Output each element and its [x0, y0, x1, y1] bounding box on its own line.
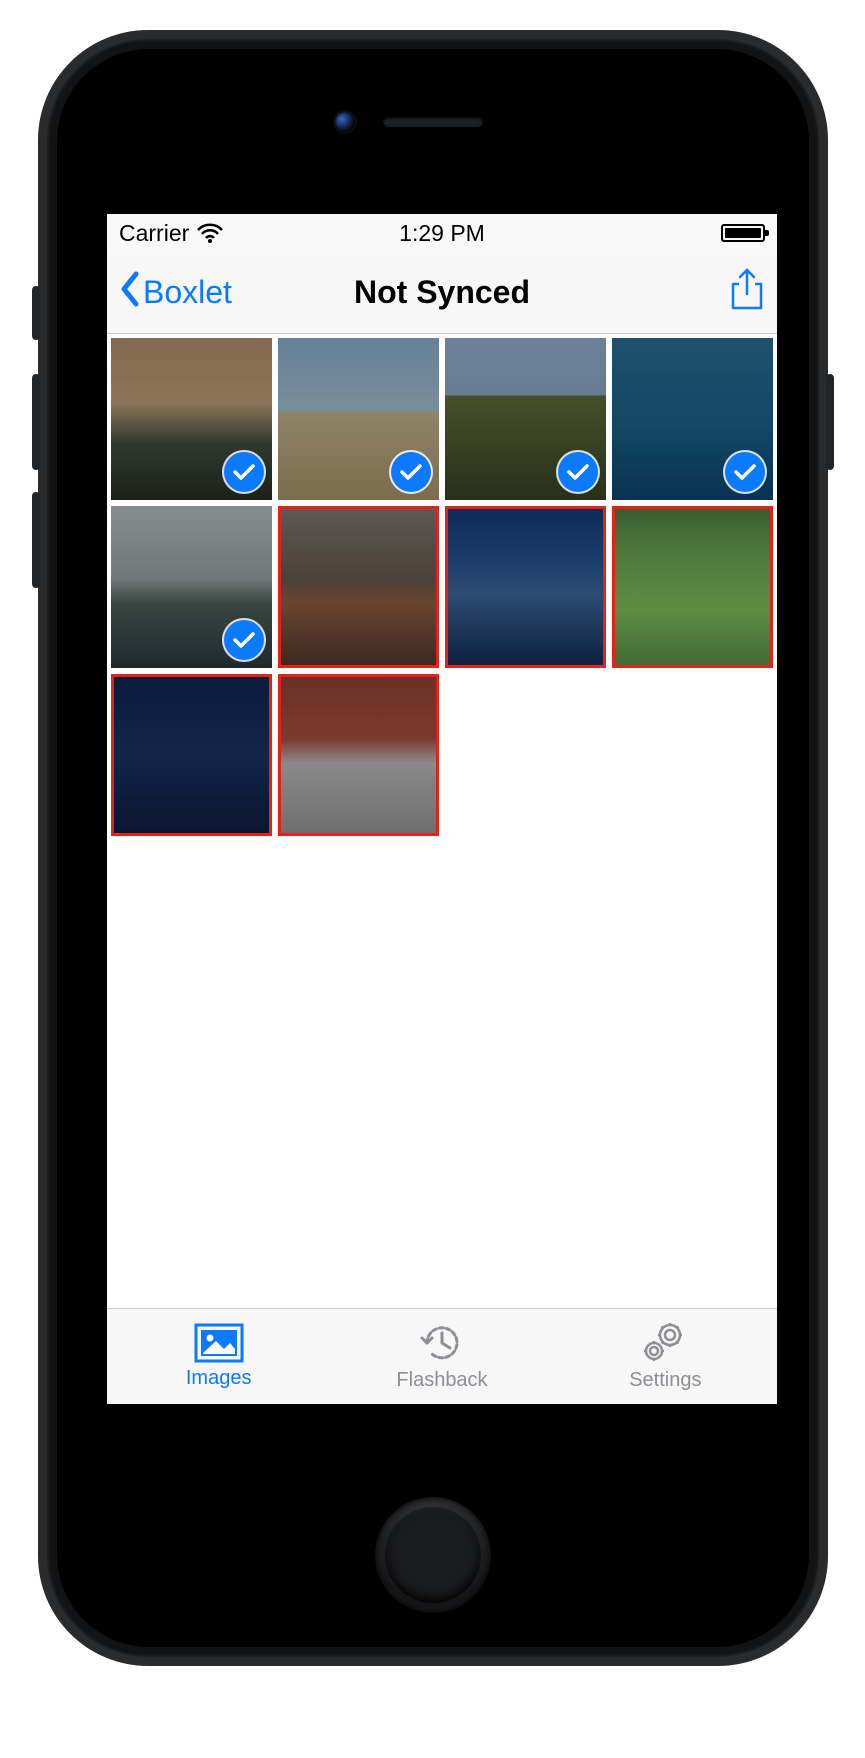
- gear-icon: [640, 1321, 690, 1365]
- battery-icon: [721, 224, 765, 242]
- share-button[interactable]: [729, 268, 765, 317]
- photo-thumb[interactable]: [445, 338, 606, 500]
- nav-bar: Boxlet Not Synced: [107, 252, 777, 334]
- photo-thumb[interactable]: [278, 338, 439, 500]
- front-camera: [335, 112, 355, 132]
- phone-frame: Carrier 1:29 PM: [38, 30, 828, 1666]
- photo-thumb[interactable]: [612, 338, 773, 500]
- tab-label: Flashback: [396, 1369, 487, 1392]
- checkmark-icon: [558, 452, 598, 492]
- screen: Carrier 1:29 PM: [107, 214, 777, 1404]
- back-button[interactable]: Boxlet: [119, 271, 232, 315]
- status-bar: Carrier 1:29 PM: [107, 214, 777, 252]
- checkmark-icon: [224, 452, 264, 492]
- photo-thumb[interactable]: [111, 506, 272, 668]
- tab-label: Settings: [629, 1369, 701, 1392]
- photo-thumb[interactable]: [278, 506, 439, 668]
- checkmark-icon: [725, 452, 765, 492]
- photo-thumb[interactable]: [111, 338, 272, 500]
- speaker: [383, 117, 483, 127]
- chevron-left-icon: [119, 271, 141, 315]
- back-label: Boxlet: [143, 274, 232, 311]
- volume-down-button: [32, 492, 40, 588]
- photo-thumb[interactable]: [612, 506, 773, 668]
- tab-flashback[interactable]: Flashback: [330, 1309, 553, 1404]
- volume-up-button: [32, 374, 40, 470]
- tab-label: Images: [186, 1367, 252, 1390]
- tab-settings[interactable]: Settings: [554, 1309, 777, 1404]
- tab-images[interactable]: Images: [107, 1309, 330, 1404]
- photo-thumb[interactable]: [445, 506, 606, 668]
- checkmark-icon: [224, 620, 264, 660]
- clock: 1:29 PM: [107, 220, 777, 247]
- checkmark-icon: [391, 452, 431, 492]
- home-button[interactable]: [375, 1497, 491, 1613]
- mute-switch: [32, 286, 40, 340]
- images-icon: [194, 1323, 244, 1363]
- photo-grid[interactable]: [107, 334, 777, 1308]
- share-icon: [729, 299, 765, 316]
- power-button: [826, 374, 834, 470]
- tab-bar: Images Flashback: [107, 1308, 777, 1404]
- history-icon: [419, 1321, 465, 1365]
- photo-thumb[interactable]: [111, 674, 272, 836]
- photo-thumb[interactable]: [278, 674, 439, 836]
